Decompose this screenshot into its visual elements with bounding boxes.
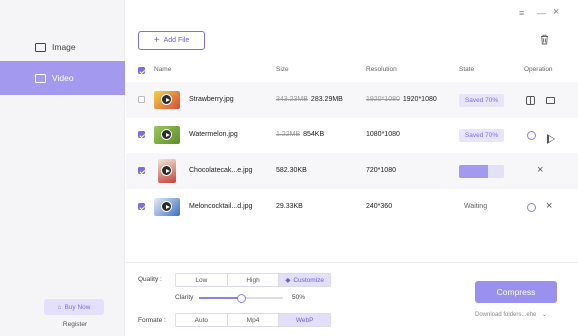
size-compressed: 854KB (303, 131, 325, 138)
download-folder-select[interactable]: Download folders...ehe ⌄ (475, 311, 557, 318)
status-badge: Saved 70% (459, 129, 504, 142)
close-icon[interactable]: × (553, 6, 559, 18)
header-name: Name (154, 66, 172, 73)
clarity-slider[interactable] (199, 293, 283, 303)
quality-label: Quality : (138, 276, 162, 283)
quality-option-low[interactable]: Low (176, 274, 228, 286)
quality-selector: Low High ◆ Customize (175, 273, 331, 287)
clarity-slider-handle[interactable] (236, 293, 246, 303)
customize-label: Customize (293, 276, 325, 284)
file-name: Watermelon.jpg (189, 131, 238, 138)
compress-button[interactable]: Compress (475, 281, 557, 303)
format-option-auto[interactable]: Auto (176, 314, 228, 326)
clarity-label: Clarity (175, 294, 194, 301)
settings-icon[interactable] (527, 203, 536, 212)
header-state: State (459, 66, 475, 73)
play-icon[interactable] (161, 129, 172, 140)
minimize-icon[interactable]: — (537, 8, 546, 18)
add-file-button[interactable]: + Add File (138, 31, 205, 50)
folder-icon[interactable] (546, 97, 555, 104)
file-name: Meloncocktail...d.jpg (189, 203, 253, 210)
header-size: Size (276, 66, 289, 73)
file-resolution: 1080*1080 (366, 131, 400, 138)
compression-progress-bar (459, 165, 504, 178)
sidebar-item-video[interactable]: Video (0, 61, 125, 95)
chevron-down-icon: ⌄ (542, 312, 548, 318)
file-name: Strawberry.jpg (189, 96, 234, 103)
row-checkbox[interactable] (138, 96, 145, 103)
buy-now-button[interactable]: ⌂ Buy Now (44, 299, 104, 315)
format-label: Formate : (138, 317, 166, 324)
menu-icon[interactable]: ≡ (519, 8, 524, 18)
row-checkbox[interactable] (138, 131, 145, 138)
file-resolution: 720*1080 (366, 167, 396, 174)
compare-icon[interactable] (526, 96, 535, 105)
play-icon[interactable] (547, 134, 555, 144)
resolution-original: 1920*1080 (366, 96, 400, 103)
format-selector: Auto Mp4 WebP (175, 313, 331, 327)
size-compressed: 283.29MB (310, 96, 343, 103)
file-size: 582.30KB (276, 167, 307, 174)
add-file-label: Add File (163, 37, 190, 44)
clarity-slider-fill (199, 297, 241, 299)
sidebar-item-label: Video (52, 73, 74, 83)
file-size: 1.22MB 854KB (276, 131, 324, 138)
clarity-value: 50% (292, 294, 306, 301)
play-icon[interactable] (161, 201, 172, 212)
header-operation: Operation (524, 66, 553, 73)
status-text: Waiting (464, 203, 488, 210)
diamond-icon: ◆ (285, 277, 291, 284)
trash-icon[interactable] (540, 34, 549, 45)
file-resolution: 1920*1080 1920*1080 (366, 96, 437, 103)
format-option-webp[interactable]: WebP (279, 314, 331, 326)
buy-now-label: Buy Now (64, 303, 91, 311)
sidebar-item-image[interactable]: Image (0, 30, 125, 64)
select-all-checkbox[interactable] (138, 67, 145, 74)
file-size: 343.23MB 283.29MB (276, 96, 343, 103)
image-icon (35, 42, 46, 52)
status-badge: Saved 70% (459, 94, 504, 107)
sidebar-item-label: Image (52, 42, 76, 52)
remove-icon[interactable]: × (537, 165, 543, 176)
file-resolution: 240*360 (366, 203, 393, 210)
video-icon (35, 73, 46, 83)
settings-icon[interactable] (527, 131, 536, 140)
sidebar: Image Video ⌂ Buy Now Register (0, 0, 125, 336)
plus-icon: + (153, 34, 160, 46)
header-resolution: Resolution (366, 66, 397, 73)
size-original: 343.23MB (276, 96, 308, 103)
download-folder-label: Download folders...ehe (475, 312, 537, 318)
row-checkbox[interactable] (138, 203, 145, 210)
file-name: Chocolatecak...e.jpg (189, 167, 253, 174)
play-icon[interactable] (161, 94, 172, 105)
row-checkbox[interactable] (138, 167, 145, 174)
quality-option-high[interactable]: High (228, 274, 280, 286)
register-link[interactable]: Register (48, 321, 102, 328)
play-icon[interactable] (161, 165, 172, 176)
cart-icon: ⌂ (57, 303, 62, 311)
quality-option-customize[interactable]: ◆ Customize (279, 274, 331, 286)
format-option-mp4[interactable]: Mp4 (228, 314, 280, 326)
app-window: Image Video ⌂ Buy Now Register ≡ — × + A… (0, 0, 578, 336)
progress-fill (459, 165, 489, 178)
remove-icon[interactable]: × (546, 201, 552, 212)
size-original: 1.22MB (276, 131, 301, 138)
file-size: 29.33KB (276, 203, 303, 210)
resolution-new: 1920*1080 (402, 96, 437, 103)
